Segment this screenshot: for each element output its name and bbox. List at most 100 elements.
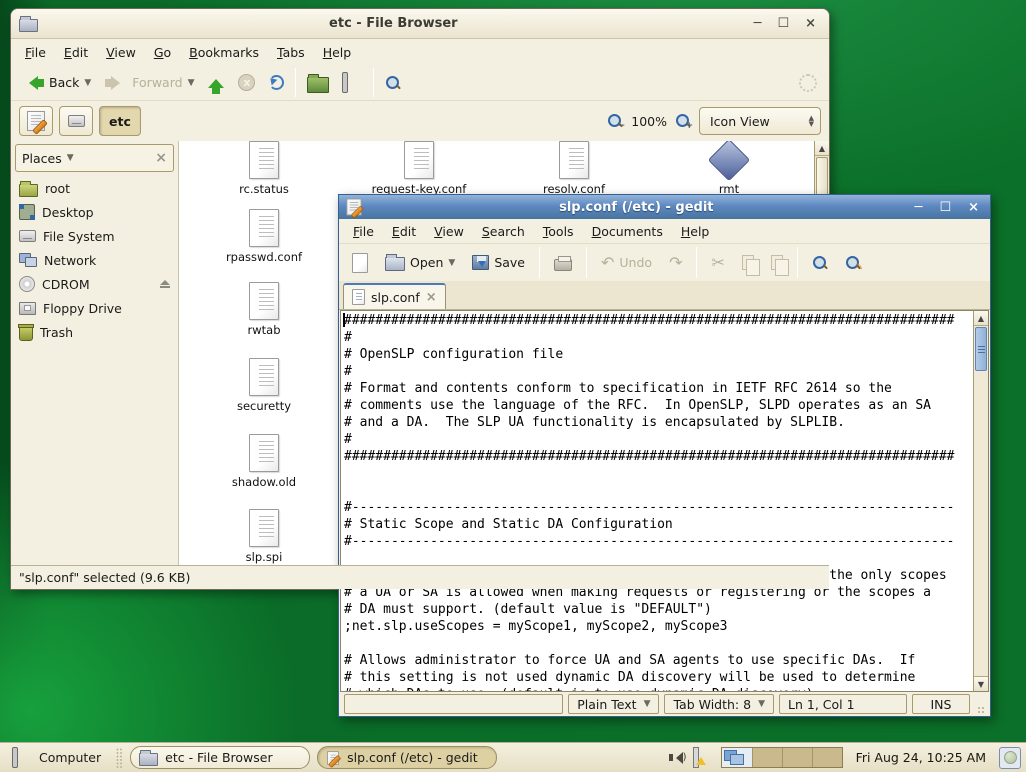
save-label: Save	[494, 255, 525, 270]
places-header[interactable]: Places ▼ ×	[15, 144, 174, 172]
close-sidebar-icon[interactable]: ×	[155, 150, 167, 166]
volume-icon[interactable]: )	[669, 752, 687, 764]
forward-button[interactable]: Forward ▼	[100, 72, 199, 93]
new-document-icon	[352, 253, 368, 273]
edit-location-button[interactable]	[19, 106, 53, 136]
maximize-button[interactable]: ☐	[772, 16, 794, 31]
etc-path-button[interactable]: etc	[99, 106, 141, 136]
gedit-titlebar[interactable]: slp.conf (/etc) - gedit ─ ☐ ×	[339, 195, 990, 219]
editor-content[interactable]: ########################################…	[341, 311, 973, 691]
tab-label: slp.conf	[371, 290, 420, 305]
menu-help[interactable]: Help	[315, 41, 360, 64]
cd-icon	[19, 276, 35, 292]
computer-button[interactable]	[338, 72, 367, 93]
minimize-button[interactable]: ─	[749, 16, 767, 31]
menu-file[interactable]: File	[17, 41, 54, 64]
file-item[interactable]: rwtab	[202, 282, 326, 337]
print-button	[549, 252, 577, 274]
maximize-button[interactable]: ☐	[934, 200, 956, 215]
forward-icon	[105, 76, 127, 90]
document-icon	[352, 289, 365, 305]
file-item[interactable]: rc.status	[202, 141, 326, 196]
clock[interactable]: Fri Aug 24, 10:25 AM	[850, 750, 992, 765]
insert-mode-indicator[interactable]: INS	[912, 694, 970, 714]
file-item[interactable]: securetty	[202, 358, 326, 413]
open-button[interactable]: Open ▼	[380, 251, 460, 274]
resize-grip[interactable]	[977, 706, 985, 714]
file-item[interactable]: rmt	[667, 141, 791, 196]
file-item[interactable]: resolv.conf	[512, 141, 636, 196]
sidebar-item-desktop[interactable]: Desktop	[15, 200, 174, 224]
tab-width-select[interactable]: Tab Width: 8 ▼	[664, 694, 774, 714]
chevron-down-icon[interactable]: ▼	[84, 78, 91, 88]
sidebar-item-root[interactable]: root	[15, 176, 174, 200]
menu-view[interactable]: View	[98, 41, 144, 64]
zoom-out-icon[interactable]: −	[607, 113, 623, 129]
gedit-menubar: File Edit View Search Tools Documents He…	[339, 219, 990, 244]
new-document-button[interactable]	[347, 250, 373, 276]
menu-view[interactable]: View	[426, 220, 472, 243]
root-path-button[interactable]	[59, 106, 93, 136]
menu-file[interactable]: File	[345, 220, 382, 243]
scroll-up-icon[interactable]: ▲	[974, 311, 988, 326]
sidebar-item-cdrom[interactable]: CDROM	[15, 272, 174, 296]
file-item[interactable]: shadow.old	[202, 434, 326, 489]
workspace-4[interactable]	[812, 748, 842, 767]
panel-drag-handle[interactable]	[116, 748, 123, 768]
tab-slp-conf[interactable]: slp.conf ×	[343, 283, 446, 309]
sidebar-item-network[interactable]: Network	[15, 248, 174, 272]
home-button[interactable]	[302, 70, 334, 96]
up-button[interactable]	[203, 68, 229, 97]
document-icon	[249, 434, 279, 472]
sidebar-item-file-system[interactable]: File System	[15, 224, 174, 248]
menu-tabs[interactable]: Tabs	[269, 41, 313, 64]
menu-documents[interactable]: Documents	[584, 220, 671, 243]
sidebar-item-floppy[interactable]: Floppy Drive	[15, 296, 174, 320]
back-button[interactable]: Back ▼	[17, 72, 96, 93]
scrollbar[interactable]: ▲ ▼	[973, 311, 988, 691]
close-button[interactable]: ×	[800, 16, 821, 31]
display-settings-tray-icon[interactable]	[694, 750, 714, 766]
close-tab-icon[interactable]: ×	[426, 290, 437, 305]
editor-area[interactable]: ########################################…	[340, 310, 989, 692]
back-label: Back	[49, 75, 79, 90]
minimize-button[interactable]: ─	[910, 200, 928, 215]
gedit-window: slp.conf (/etc) - gedit ─ ☐ × File Edit …	[338, 194, 991, 717]
show-desktop-button[interactable]	[999, 747, 1021, 769]
scroll-up-icon[interactable]: ▲	[815, 141, 829, 156]
chevron-down-icon[interactable]: ▼	[448, 258, 455, 268]
file-item[interactable]: slp.spi	[202, 509, 326, 564]
save-button[interactable]: Save	[467, 252, 530, 273]
menu-tools[interactable]: Tools	[535, 220, 582, 243]
workspace-3[interactable]	[782, 748, 812, 767]
menu-go[interactable]: Go	[146, 41, 179, 64]
workspace-1[interactable]	[722, 748, 752, 767]
workspace-2[interactable]	[752, 748, 782, 767]
menu-bookmarks[interactable]: Bookmarks	[181, 41, 267, 64]
scrollbar-thumb[interactable]	[975, 327, 987, 371]
view-mode-select[interactable]: Icon View ▲▼	[699, 107, 821, 135]
scroll-down-icon[interactable]: ▼	[974, 676, 988, 691]
replace-button[interactable]: ✎	[840, 252, 866, 274]
sidebar-item-trash[interactable]: Trash	[15, 320, 174, 344]
search-button[interactable]	[380, 72, 406, 94]
find-button[interactable]	[807, 252, 833, 274]
computer-menu-button[interactable]: Computer	[5, 748, 109, 767]
menu-help[interactable]: Help	[673, 220, 718, 243]
language-select[interactable]: Plain Text ▼	[568, 694, 659, 714]
text-view[interactable]: ########################################…	[341, 311, 973, 691]
menu-search[interactable]: Search	[474, 220, 533, 243]
file-item[interactable]: request-key.conf	[357, 141, 481, 196]
close-button[interactable]: ×	[963, 200, 984, 215]
taskbar-window-file-browser[interactable]: etc - File Browser	[130, 746, 310, 769]
menu-edit[interactable]: Edit	[56, 41, 96, 64]
file-browser-titlebar[interactable]: etc - File Browser ─ ☐ ×	[11, 9, 829, 39]
menu-edit[interactable]: Edit	[384, 220, 424, 243]
workspace-switcher[interactable]	[721, 747, 843, 768]
file-item[interactable]: rpasswd.conf	[202, 209, 326, 264]
copy-button	[737, 252, 759, 273]
eject-icon[interactable]	[160, 280, 170, 288]
reload-button[interactable]	[264, 72, 289, 93]
zoom-in-icon[interactable]: +	[675, 113, 691, 129]
taskbar-window-gedit[interactable]: slp.conf (/etc) - gedit	[317, 746, 497, 769]
